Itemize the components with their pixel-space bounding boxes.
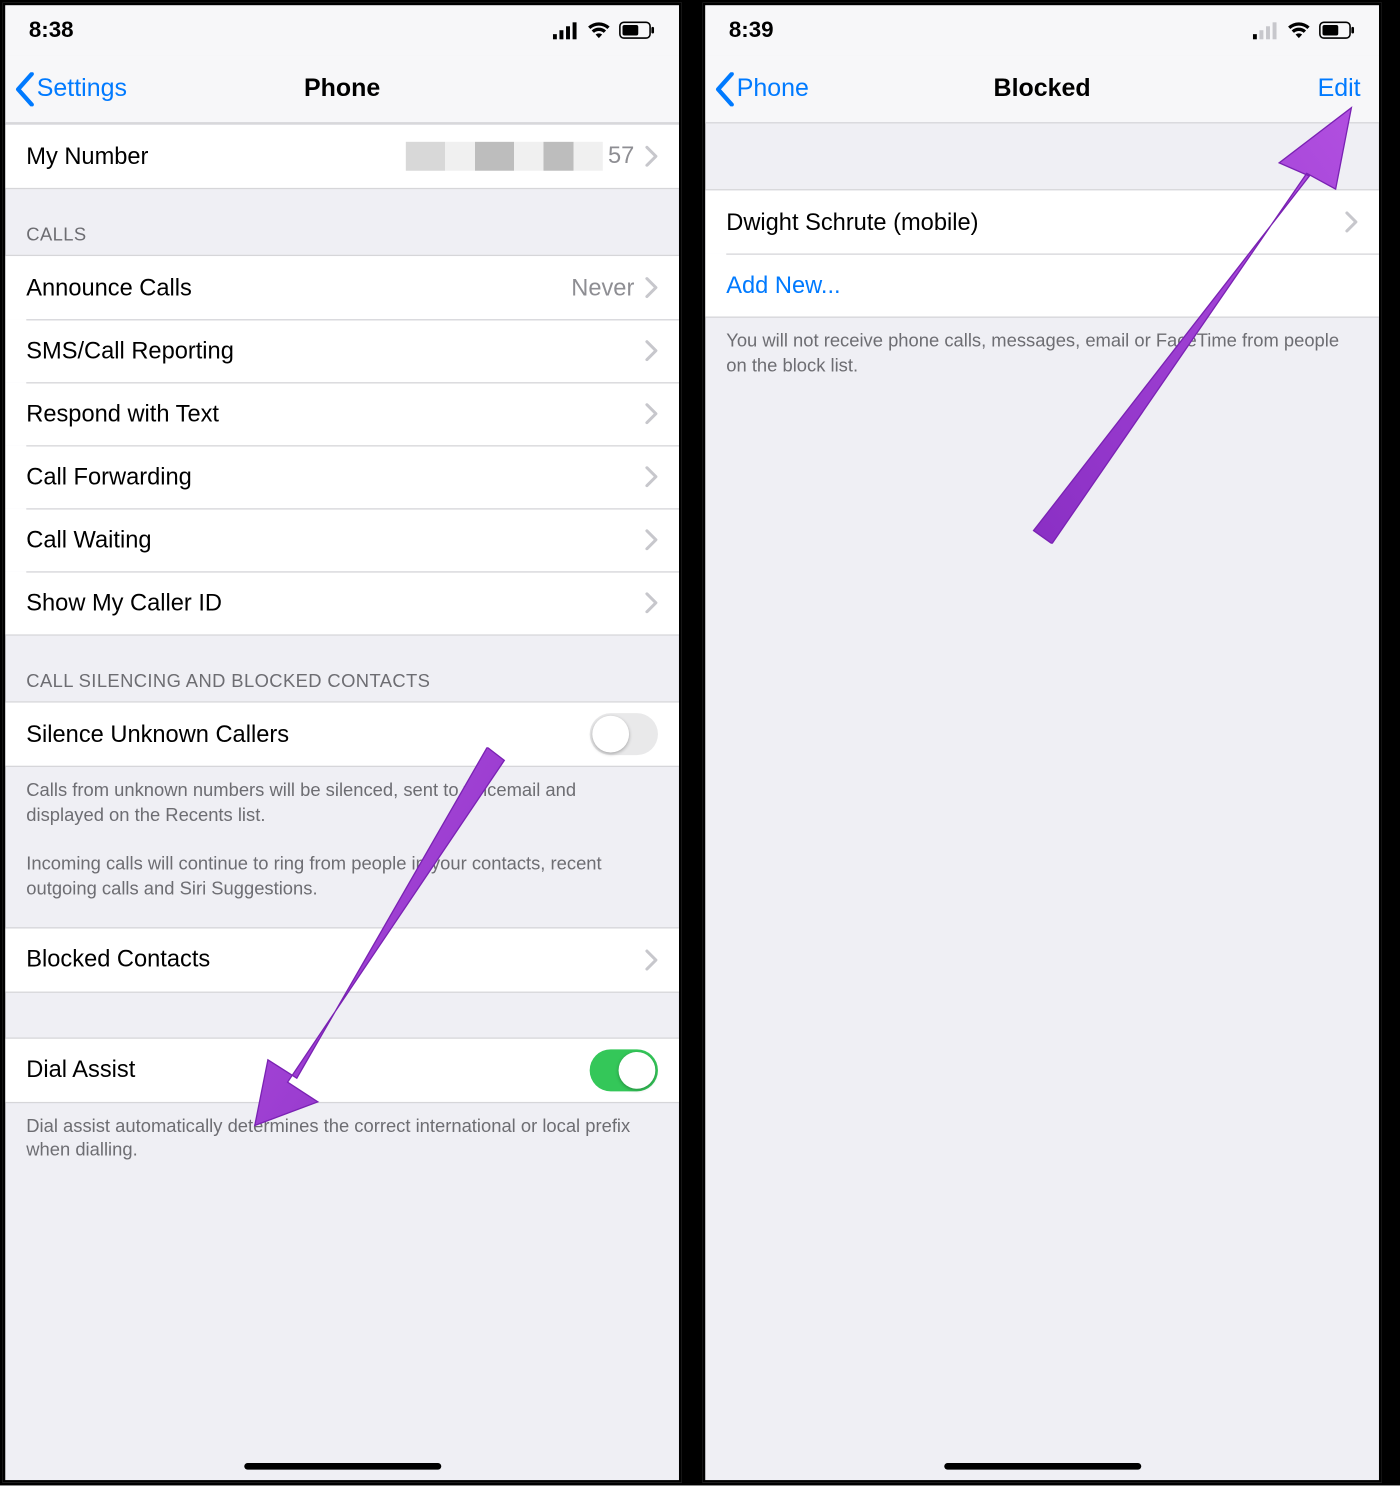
chevron-right-icon	[645, 466, 658, 487]
add-new-row[interactable]: Add New...	[705, 253, 1379, 316]
call-waiting-row[interactable]: Call Waiting	[5, 508, 679, 571]
silence-footer-2: Incoming calls will continue to ring fro…	[5, 835, 679, 908]
silence-group: Silence Unknown Callers	[5, 701, 679, 767]
blocked-list-group: Dwight Schrute (mobile) Add New...	[705, 189, 1379, 318]
call-forwarding-row[interactable]: Call Forwarding	[5, 445, 679, 508]
respond-with-text-label: Respond with Text	[26, 400, 645, 428]
nav-title: Blocked	[994, 74, 1091, 103]
my-number-row[interactable]: My Number 57	[5, 125, 679, 188]
silence-unknown-label: Silence Unknown Callers	[26, 720, 589, 748]
dial-assist-footer: Dial assist automatically determines the…	[5, 1103, 679, 1171]
blocked-contacts-label: Blocked Contacts	[26, 946, 645, 974]
dial-assist-group: Dial Assist	[5, 1037, 679, 1103]
chevron-right-icon	[645, 403, 658, 424]
nav-bar: Settings Phone	[5, 55, 679, 123]
blocked-contacts-row[interactable]: Blocked Contacts	[5, 928, 679, 991]
back-label: Phone	[737, 74, 809, 103]
home-indicator[interactable]	[944, 1463, 1141, 1470]
cellular-icon	[553, 21, 579, 39]
cellular-icon	[1253, 21, 1279, 39]
phone-settings-screen: 8:38 Settings Phone My Number 57	[3, 3, 682, 1483]
blocked-footer: You will not receive phone calls, messag…	[705, 318, 1379, 386]
announce-calls-value: Never	[571, 274, 634, 302]
edit-button[interactable]: Edit	[1318, 55, 1361, 122]
section-silencing-header: CALL SILENCING AND BLOCKED CONTACTS	[5, 636, 679, 702]
wifi-icon	[587, 21, 611, 39]
battery-icon	[619, 21, 656, 39]
blocked-contact-row[interactable]: Dwight Schrute (mobile)	[705, 190, 1379, 253]
dial-assist-toggle[interactable]	[590, 1049, 658, 1091]
back-button[interactable]: Settings	[13, 55, 127, 122]
status-right	[553, 21, 655, 39]
back-button[interactable]: Phone	[713, 55, 809, 122]
status-bar: 8:38	[5, 5, 679, 55]
add-new-label: Add New...	[726, 271, 1358, 299]
announce-calls-label: Announce Calls	[26, 274, 571, 302]
wifi-icon	[1287, 21, 1311, 39]
call-forwarding-label: Call Forwarding	[26, 463, 645, 491]
chevron-right-icon	[645, 592, 658, 613]
blocked-list-screen: 8:39 Phone Blocked Edit Dwight Schrute (…	[703, 3, 1382, 1483]
chevron-right-icon	[645, 146, 658, 167]
nav-bar: Phone Blocked Edit	[705, 55, 1379, 123]
silence-unknown-row[interactable]: Silence Unknown Callers	[5, 703, 679, 766]
show-caller-id-label: Show My Caller ID	[26, 589, 645, 617]
calls-group: Announce Calls Never SMS/Call Reporting …	[5, 255, 679, 636]
battery-icon	[1319, 21, 1356, 39]
dial-assist-row[interactable]: Dial Assist	[5, 1038, 679, 1101]
chevron-right-icon	[645, 277, 658, 298]
my-number-value: 57	[406, 142, 635, 171]
status-right	[1253, 21, 1355, 39]
nav-title: Phone	[304, 74, 380, 103]
chevron-right-icon	[645, 340, 658, 361]
silence-unknown-toggle[interactable]	[590, 713, 658, 755]
show-caller-id-row[interactable]: Show My Caller ID	[5, 571, 679, 634]
redacted-number	[406, 142, 603, 171]
silence-footer-1: Calls from unknown numbers will be silen…	[5, 767, 679, 835]
blocked-contacts-group: Blocked Contacts	[5, 927, 679, 993]
sms-call-reporting-row[interactable]: SMS/Call Reporting	[5, 319, 679, 382]
call-waiting-label: Call Waiting	[26, 526, 645, 554]
my-number-group: My Number 57	[5, 123, 679, 189]
status-bar: 8:39	[705, 5, 1379, 55]
chevron-right-icon	[645, 949, 658, 970]
blocked-contact-name: Dwight Schrute (mobile)	[726, 208, 1345, 236]
chevron-right-icon	[1345, 211, 1358, 232]
home-indicator[interactable]	[244, 1463, 441, 1470]
status-time: 8:38	[29, 17, 74, 43]
status-time: 8:39	[729, 17, 774, 43]
respond-with-text-row[interactable]: Respond with Text	[5, 382, 679, 445]
back-label: Settings	[37, 74, 127, 103]
my-number-label: My Number	[26, 142, 406, 170]
dial-assist-label: Dial Assist	[26, 1056, 589, 1084]
announce-calls-row[interactable]: Announce Calls Never	[5, 256, 679, 319]
chevron-right-icon	[645, 529, 658, 550]
section-calls-header: CALLS	[5, 189, 679, 255]
sms-call-reporting-label: SMS/Call Reporting	[26, 337, 645, 365]
